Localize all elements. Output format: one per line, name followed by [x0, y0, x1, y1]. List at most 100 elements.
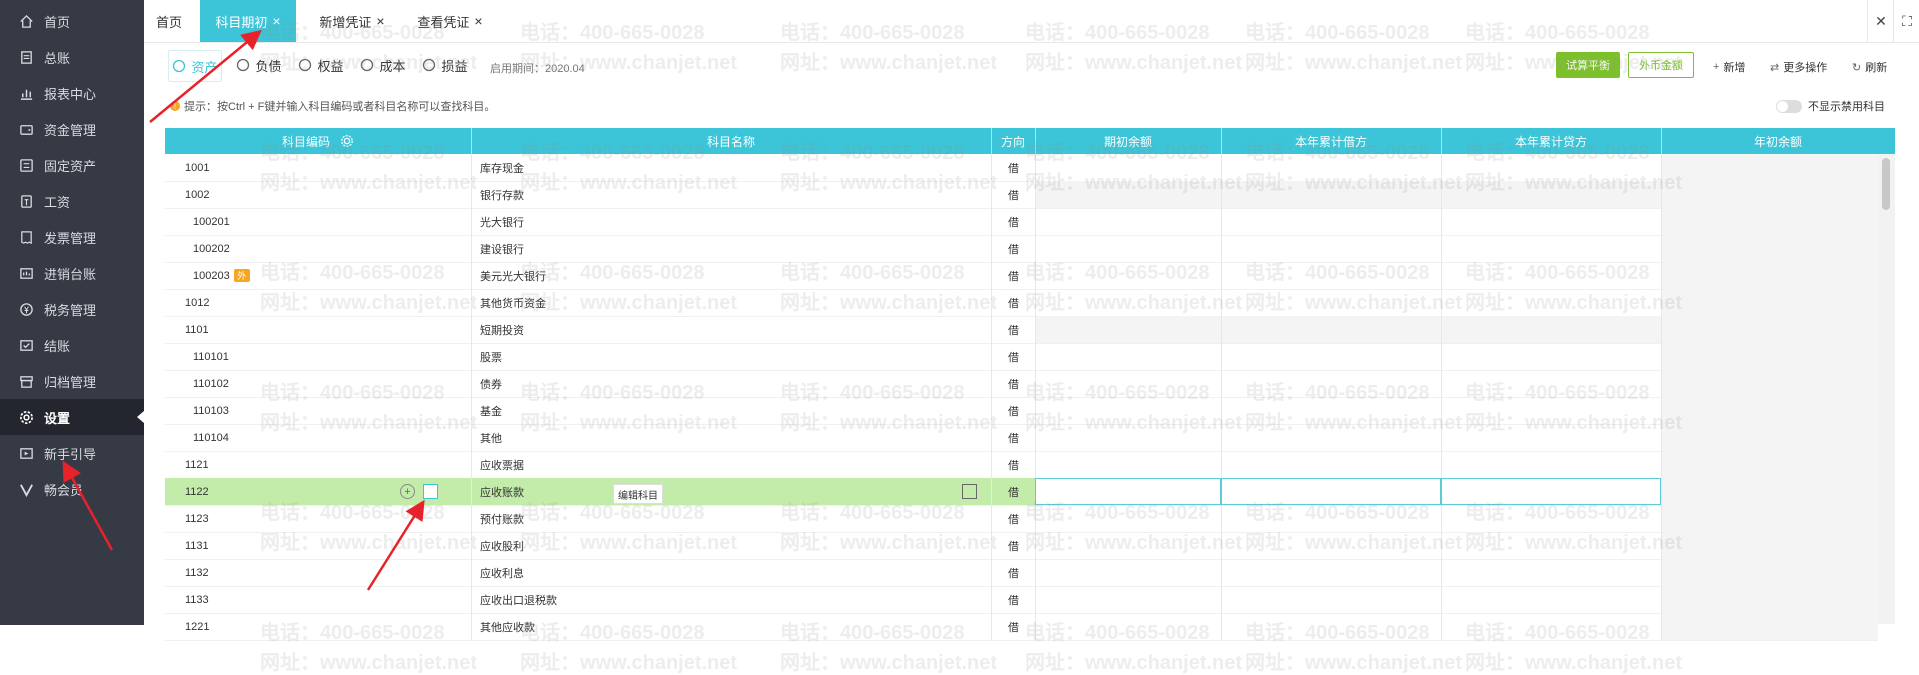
table-row[interactable]: 1101 短期投资借 [165, 316, 1878, 344]
add-subject-icon[interactable]: + [400, 484, 415, 499]
cell-amount[interactable] [1035, 289, 1221, 316]
tab-close-icon[interactable]: × [376, 13, 384, 29]
cell-amount[interactable] [1035, 154, 1221, 181]
cell-amount[interactable] [1661, 370, 1878, 397]
cell-amount[interactable] [1035, 586, 1221, 613]
cell-amount[interactable] [1441, 397, 1661, 424]
copy-icon[interactable] [962, 484, 977, 499]
cell-amount[interactable] [1661, 451, 1878, 478]
foreign-amount-button[interactable]: 外币金额 [1628, 52, 1694, 78]
cell-amount[interactable] [1661, 208, 1878, 235]
cell-amount[interactable] [1441, 505, 1661, 532]
cell-amount[interactable] [1221, 343, 1441, 370]
cell-amount[interactable] [1035, 478, 1221, 505]
sidebar-item-9[interactable]: 结账 [0, 327, 144, 363]
cell-amount[interactable] [1441, 586, 1661, 613]
tab-0[interactable]: 首页 [144, 0, 194, 42]
cell-amount[interactable] [1221, 559, 1441, 586]
cell-amount[interactable] [1035, 532, 1221, 559]
category-tab-0[interactable]: 资产 [168, 50, 222, 82]
cell-amount[interactable] [1221, 586, 1441, 613]
cell-amount[interactable] [1221, 235, 1441, 262]
cell-amount[interactable] [1221, 505, 1441, 532]
sidebar-item-0[interactable]: 首页 [0, 3, 144, 39]
cell-amount[interactable] [1661, 586, 1878, 613]
sidebar-item-13[interactable]: 畅会员 [0, 471, 144, 507]
sidebar-item-3[interactable]: 资金管理 [0, 111, 144, 147]
cell-amount[interactable] [1221, 208, 1441, 235]
cell-amount[interactable] [1035, 370, 1221, 397]
table-row[interactable]: 100201 光大银行借 [165, 208, 1878, 236]
cell-amount[interactable] [1035, 424, 1221, 451]
sidebar-item-10[interactable]: 归档管理 [0, 363, 144, 399]
cell-amount[interactable] [1441, 532, 1661, 559]
cell-amount[interactable] [1441, 181, 1661, 208]
table-row[interactable]: 1123 预付账款借 [165, 505, 1878, 533]
cell-amount[interactable] [1661, 559, 1878, 586]
cell-amount[interactable] [1221, 181, 1441, 208]
cell-amount[interactable] [1221, 397, 1441, 424]
more-actions-button[interactable]: ⇄ 更多操作 [1770, 59, 1827, 75]
cell-amount[interactable] [1221, 289, 1441, 316]
cell-amount[interactable] [1661, 424, 1878, 451]
table-row[interactable]: 100203 外 美元光大银行借 [165, 262, 1878, 290]
cell-amount[interactable] [1661, 289, 1878, 316]
table-row[interactable]: 1122 应收账款借 + 编辑科目 [165, 478, 1878, 506]
cell-amount[interactable] [1221, 262, 1441, 289]
tab-3[interactable]: 查看凭证 × [402, 0, 498, 42]
cell-amount[interactable] [1035, 343, 1221, 370]
table-row[interactable]: 1131 应收股利借 [165, 532, 1878, 560]
close-icon[interactable]: ✕ [1867, 0, 1894, 42]
category-tab-1[interactable]: 负债 [232, 50, 286, 80]
cell-amount[interactable] [1035, 208, 1221, 235]
cell-amount[interactable] [1035, 613, 1221, 640]
tab-1[interactable]: 科目期初 × [200, 0, 296, 42]
sidebar-item-12[interactable]: 新手引导 [0, 435, 144, 471]
cell-amount[interactable] [1661, 613, 1878, 640]
vertical-scrollbar[interactable] [1878, 154, 1895, 624]
table-row[interactable]: 1012 其他货币资金借 [165, 289, 1878, 317]
sidebar-item-7[interactable]: 进销台账 [0, 255, 144, 291]
cell-amount[interactable] [1441, 370, 1661, 397]
cell-amount[interactable] [1221, 424, 1441, 451]
scrollbar-thumb[interactable] [1882, 158, 1890, 210]
cell-amount[interactable] [1661, 262, 1878, 289]
cell-amount[interactable] [1661, 397, 1878, 424]
cell-amount[interactable] [1441, 559, 1661, 586]
table-row[interactable]: 110101 股票借 [165, 343, 1878, 371]
cell-amount[interactable] [1035, 505, 1221, 532]
sidebar-item-5[interactable]: 工资 [0, 183, 144, 219]
table-row[interactable]: 110102 债券借 [165, 370, 1878, 398]
cell-amount[interactable] [1441, 613, 1661, 640]
cell-amount[interactable] [1035, 559, 1221, 586]
table-row[interactable]: 1221 其他应收款借 [165, 613, 1878, 641]
cell-amount[interactable] [1035, 397, 1221, 424]
cell-amount[interactable] [1441, 235, 1661, 262]
cell-amount[interactable] [1441, 478, 1661, 505]
cell-amount[interactable] [1441, 208, 1661, 235]
cell-amount[interactable] [1441, 154, 1661, 181]
cell-amount[interactable] [1661, 505, 1878, 532]
cell-amount[interactable] [1221, 613, 1441, 640]
sidebar-item-1[interactable]: 总账 [0, 39, 144, 75]
table-row[interactable]: 1121 应收票据借 [165, 451, 1878, 479]
tab-close-icon[interactable]: × [272, 13, 280, 29]
cell-amount[interactable] [1661, 316, 1878, 343]
cell-amount[interactable] [1221, 316, 1441, 343]
cell-amount[interactable] [1441, 262, 1661, 289]
table-row[interactable]: 100202 建设银行借 [165, 235, 1878, 263]
sidebar-item-2[interactable]: 报表中心 [0, 75, 144, 111]
hide-disabled-toggle[interactable] [1776, 99, 1802, 113]
gear-icon[interactable] [340, 134, 354, 148]
cell-amount[interactable] [1221, 532, 1441, 559]
tab-close-icon[interactable]: × [474, 13, 482, 29]
cell-amount[interactable] [1661, 181, 1878, 208]
table-row[interactable]: 1132 应收利息借 [165, 559, 1878, 587]
tab-2[interactable]: 新增凭证 × [304, 0, 400, 42]
category-tab-2[interactable]: 权益 [294, 50, 348, 80]
cell-amount[interactable] [1441, 343, 1661, 370]
sidebar-item-6[interactable]: 发票管理 [0, 219, 144, 255]
cell-amount[interactable] [1441, 451, 1661, 478]
cell-amount[interactable] [1441, 316, 1661, 343]
cell-amount[interactable] [1661, 154, 1878, 181]
